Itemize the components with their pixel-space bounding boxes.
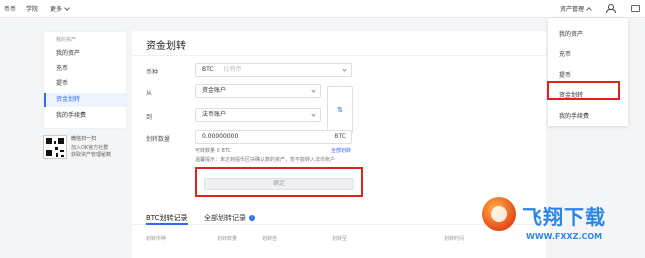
- watermark-logo-icon: [482, 197, 516, 231]
- tab-all-records-label: 全部划转记录: [204, 214, 246, 222]
- swap-icon: ⇅: [337, 106, 343, 114]
- amount-value: 0.00000000: [202, 133, 239, 140]
- qr-title: 微信扫一扫: [71, 136, 97, 142]
- sidebar-item-deposit[interactable]: 充币: [44, 62, 128, 76]
- dropdown-item-my-assets[interactable]: 我的资产: [559, 29, 583, 38]
- col-from: 划转自: [262, 236, 278, 242]
- sidebar-item-fees[interactable]: 我的手续费: [44, 109, 128, 123]
- nav-more-label: 更多: [50, 6, 63, 13]
- tab-all-records[interactable]: 全部划转记录 i: [204, 213, 255, 223]
- dropdown-item-fees[interactable]: 我的手续费: [559, 111, 589, 120]
- sidebar-item-my-assets[interactable]: 我的资产: [44, 47, 128, 61]
- to-account-select[interactable]: 法币账户: [195, 108, 321, 122]
- sidebar-item-transfer[interactable]: 资金划转: [44, 93, 128, 107]
- dropdown-item-deposit[interactable]: 充币: [559, 49, 571, 58]
- chevron-down-icon: [311, 112, 316, 117]
- info-icon: i: [249, 215, 255, 221]
- sidebar-item-withdraw[interactable]: 提币: [44, 77, 128, 91]
- currency-select[interactable]: BTC 比特币: [195, 63, 352, 77]
- qr-line1: 加入OK官方社群: [71, 145, 109, 151]
- dropdown-item-withdraw[interactable]: 提币: [559, 70, 571, 79]
- asset-dropdown-menu: 我的资产 充币 提币 资金划转 我的手续费: [548, 18, 628, 126]
- user-icon[interactable]: [606, 4, 616, 13]
- nav-more[interactable]: 更多: [50, 4, 70, 13]
- page-title: 资金划转: [146, 41, 186, 52]
- asset-management-menu[interactable]: 资产管理: [560, 4, 592, 13]
- active-tab-underline: [146, 223, 188, 225]
- qr-promo: 微信扫一扫 加入OK官方社群 获取资产管理秘籍: [43, 133, 127, 165]
- watermark-url: WWW.FXXZ.COM: [526, 232, 603, 241]
- qr-line2: 获取资产管理秘籍: [71, 152, 112, 158]
- chevron-down-icon: [342, 67, 347, 72]
- chevron-down-icon: [311, 88, 316, 93]
- dropdown-highlight-box: [547, 81, 620, 100]
- sidebar: 我的资产 我的资产 充币 提币 资金划转 我的手续费: [43, 31, 128, 129]
- nav-coin[interactable]: 币币: [4, 4, 16, 13]
- sidebar-section-title: 我的资产: [56, 37, 77, 43]
- confirm-button[interactable]: 确定: [204, 178, 354, 190]
- from-account-value: 资金账户: [202, 87, 227, 94]
- currency-value: BTC: [202, 66, 214, 73]
- tab-btc-records[interactable]: BTC划转记录: [146, 213, 188, 223]
- amount-unit: BTC: [334, 133, 346, 140]
- chevron-down-icon: [64, 5, 70, 11]
- confirm-highlight: 确定: [195, 167, 363, 197]
- from-label: 从: [146, 90, 153, 97]
- chevron-up-icon: [586, 7, 592, 13]
- swap-accounts-button[interactable]: ⇅: [327, 86, 353, 134]
- from-account-select[interactable]: 资金账户: [195, 84, 321, 98]
- asset-management-label: 资产管理: [560, 6, 585, 13]
- to-label: 到: [146, 114, 153, 121]
- col-to: 划转至: [332, 236, 348, 242]
- amount-label: 划转数量: [146, 136, 171, 143]
- transfer-all-link[interactable]: 全部划转: [331, 147, 351, 154]
- col-amount: 划转数量: [217, 236, 238, 242]
- window-icon[interactable]: [631, 5, 640, 12]
- tip-text: 温馨提示：未达到提币区块确认数的资产，暂不能转入法币账户: [195, 157, 336, 163]
- col-time: 划转时间: [444, 236, 465, 242]
- watermark: 飞翔下载 WWW.FXXZ.COM: [482, 195, 642, 255]
- to-account-value: 法币账户: [202, 111, 227, 118]
- amount-input[interactable]: 0.00000000 BTC: [195, 130, 352, 144]
- available-amount: 可转数量 0 BTC: [195, 148, 232, 154]
- divider: [132, 55, 546, 56]
- qr-code-icon: [43, 135, 67, 159]
- col-currency: 划转币种: [146, 236, 167, 242]
- watermark-title: 飞翔下载: [522, 205, 606, 229]
- nav-academy[interactable]: 学院: [26, 4, 38, 13]
- currency-label: 币种: [146, 69, 159, 76]
- currency-name: 比特币: [223, 66, 242, 73]
- top-nav-bar: 币币 学院 更多 资产管理: [0, 0, 645, 18]
